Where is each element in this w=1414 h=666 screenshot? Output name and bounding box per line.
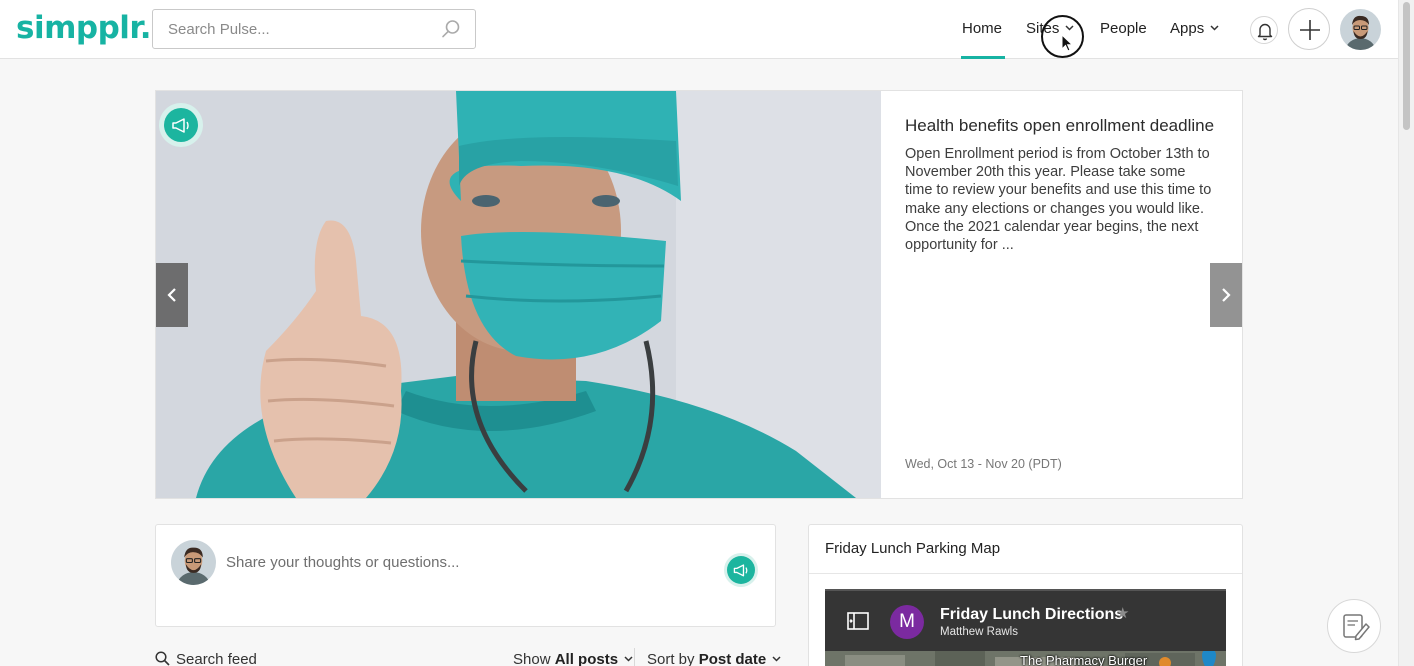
widget-title: Friday Lunch Parking Map <box>825 540 1001 557</box>
top-navigation-bar: simpplr. Home Sites People Apps <box>0 0 1398 59</box>
share-announcement-button[interactable] <box>724 553 758 587</box>
current-user-avatar <box>171 540 216 585</box>
filter-divider <box>634 648 635 666</box>
sort-value: Post date <box>698 651 767 666</box>
carousel-title[interactable]: Health benefits open enrollment deadline <box>905 115 1215 136</box>
map-sidebar-toggle-icon[interactable] <box>847 612 869 630</box>
active-tab-indicator <box>961 56 1005 59</box>
nav-apps[interactable]: Apps <box>1170 20 1219 37</box>
nav-apps-label: Apps <box>1170 20 1205 37</box>
simpplr-logo[interactable]: simpplr. <box>16 10 152 46</box>
search-icon[interactable] <box>441 19 461 39</box>
megaphone-icon <box>172 118 189 133</box>
map-header: M Friday Lunch Directions Matthew Rawls … <box>825 591 1226 651</box>
star-icon[interactable]: ★ <box>1116 604 1129 622</box>
chevron-left-icon <box>167 288 176 302</box>
show-filter-dropdown[interactable]: Show All posts <box>513 651 633 666</box>
carousel-date: Wed, Oct 13 - Nov 20 (PDT) <box>905 457 1062 471</box>
surgeon-thumbs-up-image <box>156 91 881 498</box>
nav-home[interactable]: Home <box>962 20 1002 37</box>
mouse-cursor-icon <box>1061 34 1074 52</box>
share-post-box[interactable]: Share your thoughts or questions... <box>155 524 776 627</box>
search-feed-button[interactable]: Search feed <box>155 651 257 666</box>
carousel-next-button[interactable] <box>1210 263 1242 327</box>
announcement-badge <box>159 103 203 147</box>
sort-prefix: Sort by <box>647 651 695 666</box>
search-input[interactable] <box>153 10 433 48</box>
page-scrollbar[interactable] <box>1398 0 1414 666</box>
map-owner-avatar: M <box>890 605 924 639</box>
megaphone-icon <box>733 564 748 577</box>
chevron-right-icon <box>1222 288 1231 302</box>
show-filter-prefix: Show <box>513 651 551 666</box>
compose-icon <box>1343 614 1370 641</box>
map-canvas[interactable]: The Pharmacy Burger <box>825 651 1226 666</box>
bell-icon <box>1257 23 1273 41</box>
carousel-content: Health benefits open enrollment deadline… <box>905 115 1215 254</box>
carousel-prev-button[interactable] <box>156 263 188 327</box>
create-button[interactable] <box>1288 8 1330 50</box>
search-box[interactable] <box>152 9 476 49</box>
chevron-down-icon <box>772 656 781 662</box>
embedded-map[interactable]: M Friday Lunch Directions Matthew Rawls … <box>825 589 1226 666</box>
nav-people[interactable]: People <box>1100 20 1147 37</box>
search-feed-label: Search feed <box>176 651 257 666</box>
divider <box>809 573 1242 574</box>
featured-carousel: Health benefits open enrollment deadline… <box>155 90 1243 499</box>
scrollbar-thumb[interactable] <box>1403 2 1410 130</box>
sort-dropdown[interactable]: Sort by Post date <box>647 651 781 666</box>
chevron-down-icon <box>1210 25 1219 31</box>
map-place-label[interactable]: The Pharmacy Burger <box>1020 653 1147 666</box>
plus-icon <box>1300 20 1320 40</box>
notifications-button[interactable] <box>1250 16 1278 44</box>
compose-floating-button[interactable] <box>1327 599 1381 653</box>
profile-picture-icon <box>171 540 216 585</box>
search-icon <box>155 651 170 666</box>
chevron-down-icon <box>624 656 633 662</box>
carousel-summary: Open Enrollment period is from October 1… <box>905 146 1212 254</box>
show-filter-value: All posts <box>554 651 619 666</box>
profile-picture-icon <box>1340 9 1381 50</box>
map-owner: Matthew Rawls <box>940 626 1018 638</box>
user-avatar[interactable] <box>1340 9 1381 50</box>
map-title[interactable]: Friday Lunch Directions <box>940 606 1123 624</box>
share-thoughts-input[interactable]: Share your thoughts or questions... <box>226 554 459 571</box>
carousel-hero-image[interactable] <box>156 91 881 498</box>
parking-map-widget: Friday Lunch Parking Map M Friday Lunch … <box>808 524 1243 666</box>
